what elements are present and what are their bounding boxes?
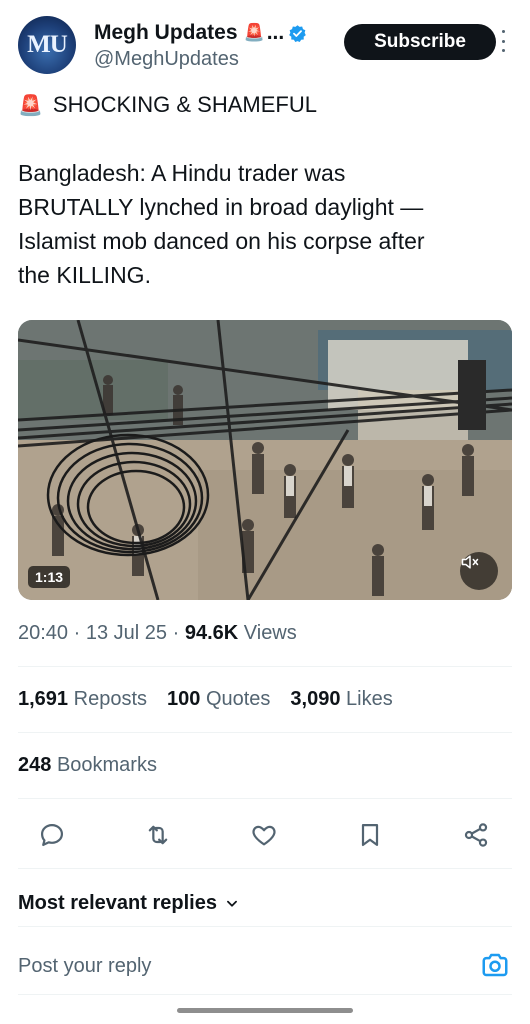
like-icon[interactable] bbox=[249, 820, 279, 850]
reposts-count: 1,691 bbox=[18, 688, 69, 710]
bookmark-icon[interactable] bbox=[355, 820, 385, 850]
subscribe-button[interactable]: Subscribe bbox=[344, 24, 496, 60]
avatar[interactable]: MU bbox=[18, 16, 76, 74]
siren-emoji: 🚨 bbox=[18, 94, 43, 117]
reposts-stat[interactable]: 1,691 Reposts bbox=[18, 688, 147, 711]
author-handle[interactable]: @MeghUpdates bbox=[94, 48, 239, 71]
action-bar bbox=[18, 812, 512, 856]
reposts-label: Reposts bbox=[73, 688, 147, 710]
post-body-line: the KILLING. bbox=[18, 262, 151, 288]
views-count: 94.6K bbox=[184, 622, 239, 644]
divider bbox=[18, 666, 512, 667]
volume-muted-glyph bbox=[461, 555, 479, 569]
views-label: Views bbox=[243, 622, 297, 644]
post-meta: 20:40 · 13 Jul 25 · 94.6K Views bbox=[18, 622, 297, 645]
tweet-header: MU Megh Updates 🚨 ... @MeghUpdates Subsc… bbox=[18, 16, 512, 78]
name-ellipsis: ... bbox=[266, 21, 285, 44]
quotes-count: 100 bbox=[167, 688, 201, 710]
like-glyph bbox=[252, 825, 276, 846]
post-body: Bangladesh: A Hindu trader was BRUTALLY … bbox=[18, 156, 518, 292]
post-body-line: BRUTALLY lynched in broad daylight — bbox=[18, 194, 424, 220]
quotes-stat[interactable]: 100 Quotes bbox=[167, 688, 270, 711]
repost-icon[interactable] bbox=[143, 820, 173, 850]
chevron-down-icon bbox=[227, 900, 237, 907]
volume-muted-icon[interactable] bbox=[460, 552, 498, 590]
camera-icon[interactable] bbox=[480, 950, 510, 980]
bookmarks-label: Bookmarks bbox=[56, 754, 157, 776]
author-name[interactable]: Megh Updates bbox=[94, 21, 238, 45]
divider bbox=[18, 868, 512, 869]
home-indicator[interactable] bbox=[177, 1008, 353, 1013]
reply-icon[interactable] bbox=[37, 820, 67, 850]
reply-input[interactable] bbox=[18, 946, 458, 986]
likes-count: 3,090 bbox=[290, 688, 341, 710]
divider bbox=[18, 994, 512, 995]
video-duration: 1:13 bbox=[28, 566, 71, 588]
reply-glyph bbox=[40, 823, 64, 847]
post-time[interactable]: 20:40 bbox=[18, 622, 68, 644]
bookmarks-stat[interactable]: 248 Bookmarks bbox=[18, 754, 157, 777]
replies-sort-label: Most relevant replies bbox=[18, 892, 217, 914]
post-date[interactable]: 13 Jul 25 bbox=[86, 622, 167, 644]
bookmarks-count: 248 bbox=[18, 754, 52, 776]
divider bbox=[18, 926, 512, 927]
more-vertical-icon[interactable] bbox=[496, 28, 510, 54]
video-frame bbox=[18, 320, 512, 600]
video-player[interactable]: 1:13 bbox=[18, 320, 512, 600]
engagement-stats: 1,691 Reposts 100 Quotes 3,090 Likes bbox=[18, 688, 413, 711]
meta-separator: · bbox=[172, 622, 180, 644]
siren-emoji: 🚨 bbox=[243, 23, 265, 42]
avatar-text: MU bbox=[27, 31, 68, 58]
share-glyph bbox=[464, 823, 488, 847]
bookmark-glyph bbox=[361, 823, 379, 847]
reply-composer bbox=[18, 946, 512, 986]
post-body-line: Islamist mob danced on his corpse after bbox=[18, 228, 425, 254]
post-headline: SHOCKING & SHAMEFUL bbox=[52, 92, 317, 117]
likes-label: Likes bbox=[346, 688, 393, 710]
share-icon[interactable] bbox=[461, 820, 491, 850]
divider bbox=[18, 732, 512, 733]
author-name-row[interactable]: Megh Updates 🚨 ... bbox=[94, 21, 307, 45]
divider bbox=[18, 798, 512, 799]
repost-glyph bbox=[148, 825, 168, 845]
verified-badge-icon bbox=[289, 24, 307, 42]
meta-separator: · bbox=[73, 622, 81, 644]
post-headline-row: 🚨 SHOCKING & SHAMEFUL bbox=[18, 92, 317, 118]
likes-stat[interactable]: 3,090 Likes bbox=[290, 688, 392, 711]
replies-sort-dropdown[interactable]: Most relevant replies bbox=[18, 892, 239, 915]
quotes-label: Quotes bbox=[205, 688, 271, 710]
post-body-line: Bangladesh: A Hindu trader was bbox=[18, 160, 346, 186]
